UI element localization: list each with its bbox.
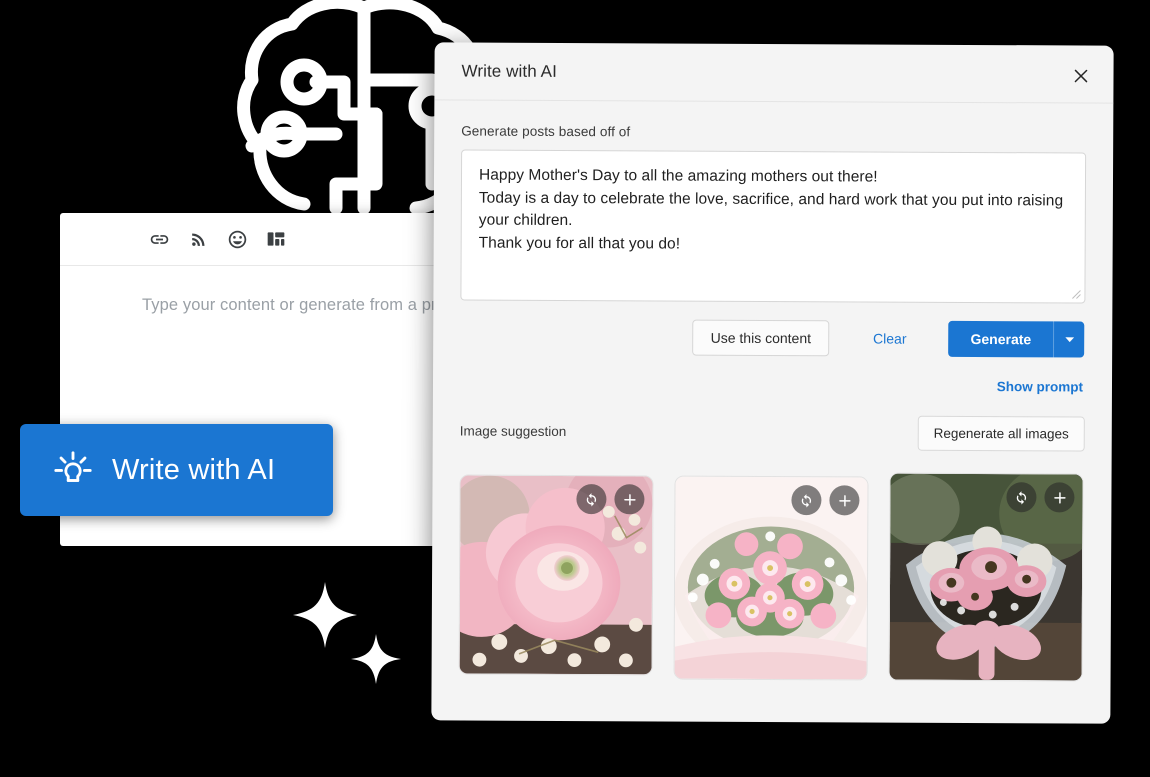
show-prompt-row: Show prompt: [460, 376, 1085, 394]
show-prompt-link[interactable]: Show prompt: [997, 379, 1083, 394]
image-suggestion-list: [458, 472, 1085, 682]
image-overlay-actions: [1006, 482, 1075, 513]
refresh-icon[interactable]: [576, 484, 607, 515]
lightbulb-icon: [52, 449, 94, 491]
plus-icon[interactable]: [614, 484, 645, 515]
image-suggestion-item[interactable]: [888, 472, 1084, 682]
sparkle-icon: [351, 634, 401, 684]
image-overlay-actions: [576, 484, 645, 515]
image-suggestion-item[interactable]: [458, 474, 654, 676]
modal-body: Generate posts based off of Happy Mother…: [432, 100, 1114, 682]
refresh-icon[interactable]: [791, 485, 822, 516]
screenshot-stage: Type your content or generate from a pro…: [0, 0, 1150, 777]
modal-title: Write with AI: [461, 60, 558, 81]
prompt-field-label: Generate posts based off of: [461, 123, 631, 140]
prompt-textarea[interactable]: Happy Mother's Day to all the amazing mo…: [460, 149, 1087, 304]
prompt-textarea-value: Happy Mother's Day to all the amazing mo…: [478, 166, 1064, 253]
image-suggestion-label: Image suggestion: [459, 423, 567, 439]
image-suggestion-item[interactable]: [673, 475, 869, 681]
prompt-action-row: Use this content Clear Generate: [460, 318, 1085, 358]
generate-split-button: Generate: [948, 320, 1085, 358]
write-with-ai-label: Write with AI: [112, 453, 276, 486]
write-with-ai-modal: Write with AI Generate posts based off o…: [431, 42, 1114, 724]
link-icon[interactable]: [148, 228, 170, 250]
sparkle-icon: [293, 582, 357, 648]
generate-button[interactable]: Generate: [948, 320, 1054, 358]
close-icon[interactable]: [1067, 62, 1093, 88]
regenerate-all-images-button[interactable]: Regenerate all images: [917, 415, 1085, 452]
use-this-content-button[interactable]: Use this content: [692, 319, 830, 357]
refresh-icon[interactable]: [1006, 482, 1037, 513]
resize-grip-icon[interactable]: [1071, 289, 1081, 299]
image-suggestion-header: Image suggestion Regenerate all images: [459, 413, 1085, 452]
rss-icon[interactable]: [187, 228, 209, 250]
modal-header: Write with AI: [434, 42, 1114, 104]
layout-icon[interactable]: [265, 228, 287, 250]
sparkle-icons-group: [288, 578, 412, 700]
image-overlay-actions: [791, 485, 860, 516]
plus-icon[interactable]: [829, 485, 860, 516]
chevron-down-icon[interactable]: [1053, 321, 1085, 358]
write-with-ai-button[interactable]: Write with AI: [20, 424, 333, 516]
emoji-icon[interactable]: [226, 228, 248, 250]
plus-icon[interactable]: [1044, 482, 1075, 513]
clear-button[interactable]: Clear: [873, 330, 907, 346]
